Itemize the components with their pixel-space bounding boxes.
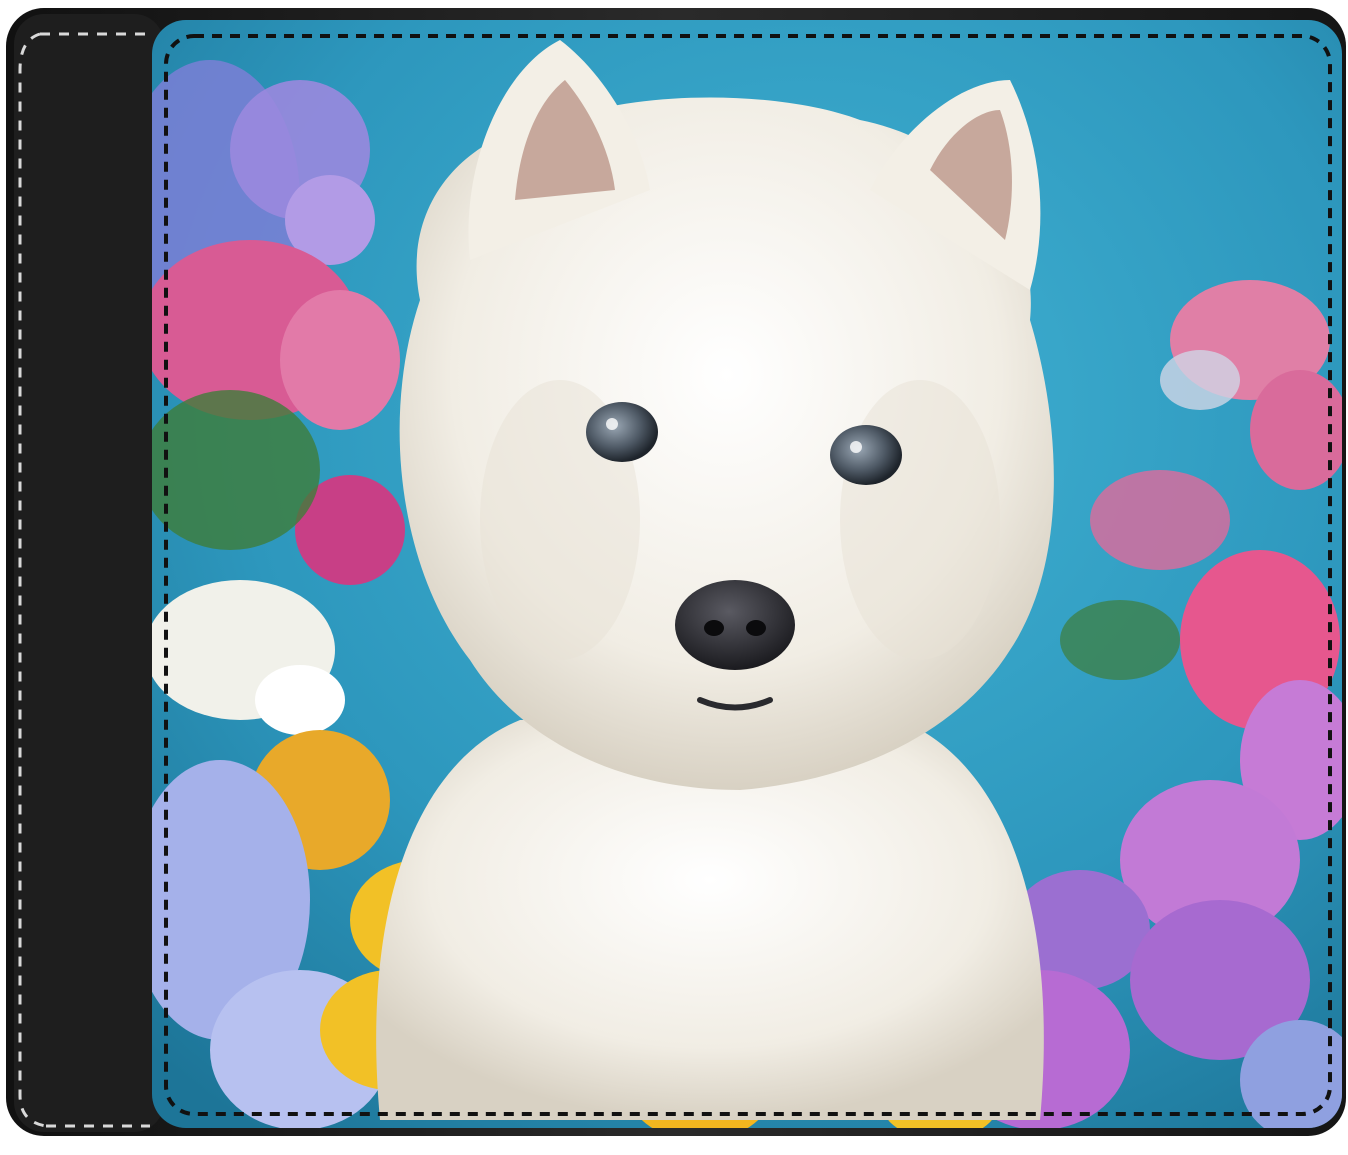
wallet-product-photo — [0, 0, 1348, 1155]
wallet-illustration — [6, 8, 1346, 1136]
dog — [376, 40, 1054, 1120]
dog-nose — [675, 580, 795, 670]
dog-eye-left — [586, 402, 658, 462]
printed-panel — [152, 20, 1342, 1128]
dog-eye-right — [830, 425, 902, 485]
